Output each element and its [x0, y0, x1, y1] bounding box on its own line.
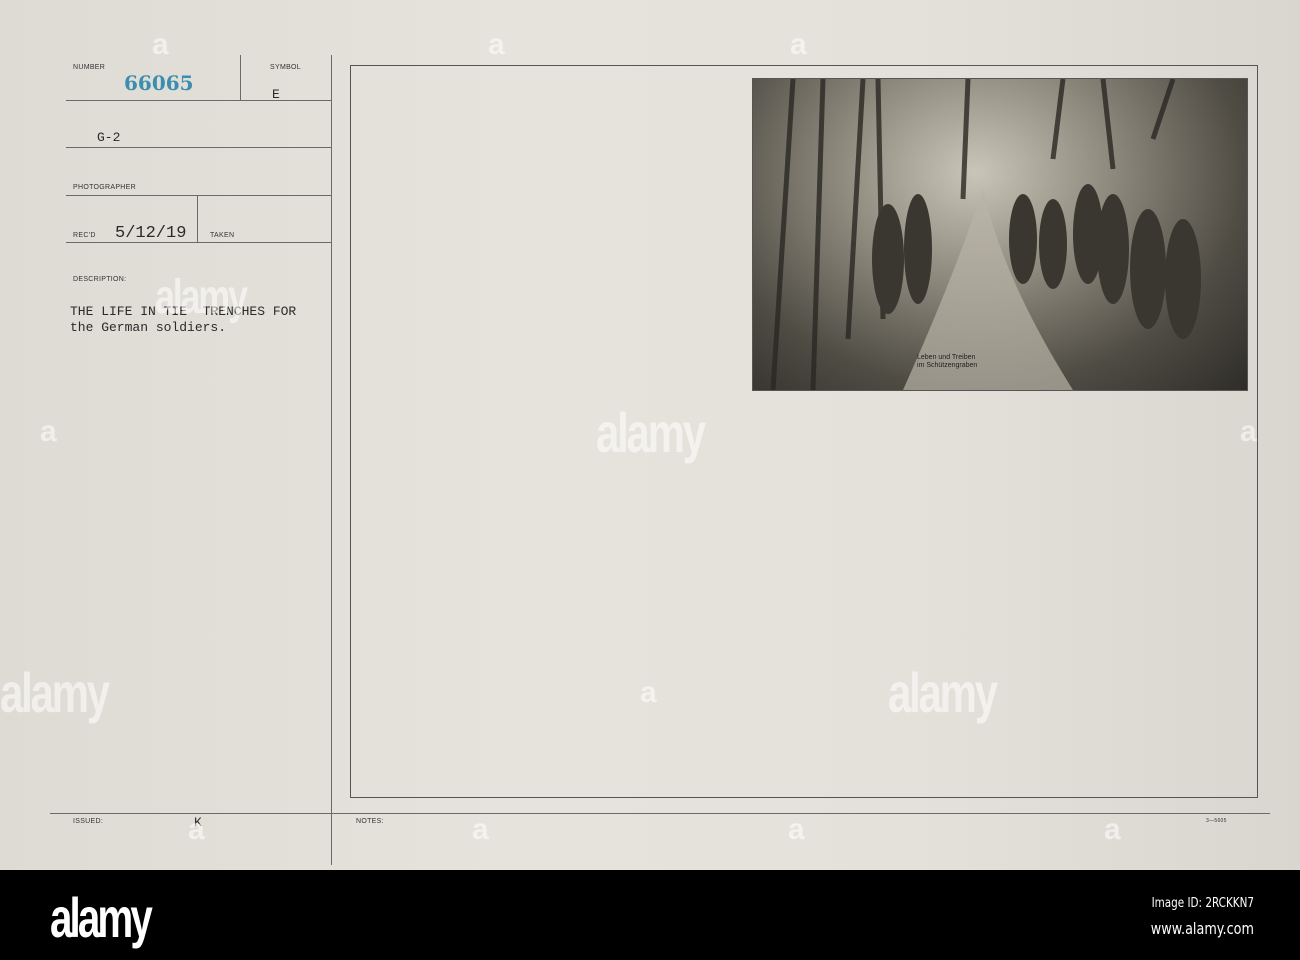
symbol-value: E — [272, 87, 280, 102]
watermark-letter: a — [488, 28, 505, 61]
watermark: alamy — [0, 661, 110, 724]
alamy-logo: alamy — [50, 886, 153, 949]
unit-value: G-2 — [97, 130, 121, 145]
caption-line-1: Leben und Treiben — [917, 354, 976, 361]
watermark: alamy — [888, 661, 998, 724]
divider — [50, 813, 1270, 814]
divider — [66, 147, 331, 148]
watermark-letter: a — [472, 813, 489, 846]
photo-caption: Leben und Treiben im Schützengraben — [917, 354, 977, 370]
number-label: NUMBER — [73, 64, 106, 71]
number-value: 66065 — [124, 71, 194, 95]
taken-label: TAKEN — [210, 232, 235, 239]
watermark-letter: a — [1104, 813, 1121, 846]
archive-card: NUMBER 66065 SYMBOL E G-2 PHOTOGRAPHER R… — [0, 0, 1300, 870]
watermark: alamy — [596, 401, 706, 464]
issued-label: ISSUED: — [73, 818, 104, 825]
divider — [240, 55, 241, 100]
description-label: DESCRIPTION: — [73, 276, 127, 283]
divider — [66, 195, 331, 196]
recd-value: 5/12/19 — [115, 224, 187, 243]
trench-scene-illustration — [770, 79, 1201, 390]
divider — [66, 100, 331, 101]
watermark-letter: a — [40, 415, 57, 448]
recd-label: REC'D — [73, 232, 96, 239]
form-number: 3—5605 — [1206, 818, 1227, 824]
watermark-letter: a — [152, 28, 169, 61]
trench-photograph: Leben und Treiben im Schützengraben — [752, 78, 1248, 391]
watermark-letter: a — [788, 813, 805, 846]
watermark-letter: a — [1240, 415, 1257, 448]
divider — [66, 242, 331, 243]
image-id: Image ID: 2RCKKN7 — [1151, 896, 1254, 911]
watermark-letter: a — [640, 676, 657, 709]
photographer-label: PHOTOGRAPHER — [73, 184, 136, 191]
notes-label: NOTES: — [356, 818, 384, 825]
site-url: www.alamy.com — [1150, 919, 1254, 938]
divider — [197, 196, 198, 242]
watermark: alamy — [155, 271, 248, 324]
divider — [331, 55, 332, 865]
caption-line-2: im Schützengraben — [917, 362, 978, 369]
symbol-label: SYMBOL — [270, 64, 301, 71]
watermark-letter: a — [188, 813, 205, 846]
watermark-letter: a — [790, 28, 807, 61]
